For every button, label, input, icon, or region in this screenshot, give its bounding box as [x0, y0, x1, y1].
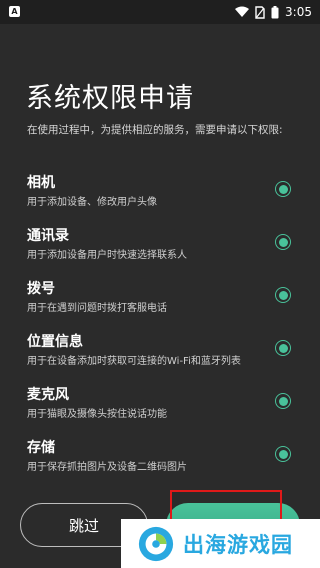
permission-name: 相机	[27, 175, 55, 191]
selected-radio-icon[interactable]	[275, 287, 291, 303]
sim-icon	[255, 5, 265, 19]
permission-contacts[interactable]: 通讯录 用于添加设备用户时快速选择联系人	[27, 225, 297, 269]
permission-camera[interactable]: 相机 用于添加设备、修改用户头像	[27, 172, 297, 216]
status-time: 3:05	[285, 5, 312, 19]
watermark-text: 出海游戏园	[183, 532, 293, 557]
permission-description: 用于保存抓拍图片及设备二维码图片	[27, 462, 187, 473]
permission-description: 用于猫眼及摄像头按住说话功能	[27, 409, 167, 420]
permission-phone[interactable]: 拨号 用于在遇到问题时拨打客服电话	[27, 278, 297, 322]
selected-radio-icon[interactable]	[275, 393, 291, 409]
status-icons: 3:05	[235, 3, 312, 21]
permission-name: 拨号	[27, 281, 55, 297]
selected-radio-icon[interactable]	[275, 340, 291, 356]
selected-radio-icon[interactable]	[275, 181, 291, 197]
battery-icon	[271, 5, 279, 19]
selected-radio-icon[interactable]	[275, 446, 291, 462]
permission-name: 通讯录	[27, 228, 69, 244]
permission-description: 用于添加设备用户时快速选择联系人	[27, 250, 187, 261]
permission-microphone[interactable]: 麦克风 用于猫眼及摄像头按住说话功能	[27, 384, 297, 428]
selected-radio-icon[interactable]	[275, 234, 291, 250]
page-subtitle: 在使用过程中，为提供相应的服务，需要申请以下权限:	[27, 124, 283, 136]
notification-app-icon: A	[9, 6, 20, 17]
permission-name: 麦克风	[27, 387, 69, 403]
permission-name: 存储	[27, 440, 55, 456]
page-title: 系统权限申请	[26, 83, 194, 114]
watermark: 出海游戏园	[121, 519, 320, 568]
permission-description: 用于在遇到问题时拨打客服电话	[27, 303, 167, 314]
watermark-logo-icon	[138, 526, 174, 561]
permission-description: 用于在设备添加时获取可连接的Wi-Fi和蓝牙列表	[27, 356, 241, 367]
permission-storage[interactable]: 存储 用于保存抓拍图片及设备二维码图片	[27, 437, 297, 481]
permission-description: 用于添加设备、修改用户头像	[27, 197, 157, 208]
permission-location[interactable]: 位置信息 用于在设备添加时获取可连接的Wi-Fi和蓝牙列表	[27, 331, 297, 375]
status-bar: A 3:05	[0, 0, 320, 24]
permission-name: 位置信息	[27, 334, 83, 350]
wifi-icon	[235, 6, 250, 18]
